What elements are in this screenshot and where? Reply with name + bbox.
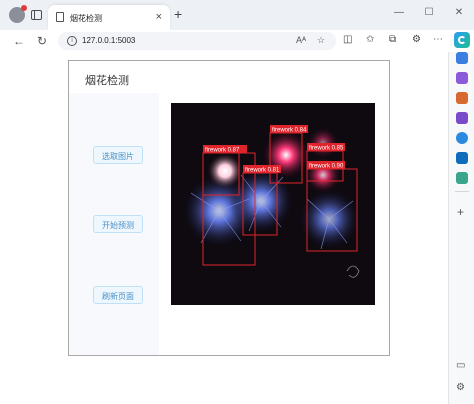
outlook-icon[interactable] xyxy=(456,152,468,164)
app-panel: 烟花检测 选取图片 开始预测 刷新页面 firework 0.87 firewo… xyxy=(68,60,390,356)
tab-bar: 烟花检测 × + — ☐ ✕ xyxy=(0,0,474,30)
back-icon[interactable]: ← xyxy=(13,33,25,49)
read-aloud-icon[interactable]: Aᴬ xyxy=(296,35,306,45)
copilot-icon[interactable] xyxy=(454,32,470,48)
detection-label: firework 0.81 xyxy=(245,168,280,174)
refresh-page-button[interactable]: 刷新页面 xyxy=(93,286,143,304)
profile-avatar-icon[interactable] xyxy=(9,5,27,23)
new-tab-icon[interactable]: + xyxy=(174,7,182,21)
select-image-button[interactable]: 选取图片 xyxy=(93,146,143,164)
detection-label: firework 0.87 xyxy=(205,148,240,154)
minimize-icon[interactable]: — xyxy=(384,0,414,26)
result-image: firework 0.87 firework 0.81 firework 0.8… xyxy=(171,103,375,305)
shopping-tag-icon[interactable] xyxy=(456,72,468,84)
page-icon xyxy=(56,12,64,22)
favorite-star-icon[interactable]: ☆ xyxy=(317,35,325,46)
browser-tab[interactable]: 烟花检测 × xyxy=(48,5,170,30)
split-screen-icon[interactable]: ◫ xyxy=(343,34,352,45)
collections-icon[interactable]: ⧉ xyxy=(389,34,396,45)
button-column: 选取图片 开始预测 刷新页面 xyxy=(69,93,159,355)
detection-label: firework 0.90 xyxy=(309,164,344,170)
maximize-icon[interactable]: ☐ xyxy=(414,0,444,26)
extensions-icon[interactable]: ⚙ xyxy=(412,34,421,45)
favorites-icon[interactable]: ✩ xyxy=(366,34,374,45)
sidebar-divider xyxy=(455,191,469,192)
address-bar[interactable]: i 127.0.0.1:5003 Aᴬ ☆ xyxy=(58,32,336,50)
detection-label: firework 0.85 xyxy=(309,146,344,152)
microsoft365-icon[interactable] xyxy=(456,132,468,144)
url-text: 127.0.0.1:5003 xyxy=(82,36,136,45)
screen-capture-icon[interactable]: ▭ xyxy=(456,360,465,371)
browser-sidebar: + ▭ ⚙ xyxy=(448,52,474,404)
more-menu-icon[interactable]: ⋯ xyxy=(433,34,443,45)
start-predict-button[interactable]: 开始预测 xyxy=(93,215,143,233)
page-content: 烟花检测 选取图片 开始预测 刷新页面 firework 0.87 firewo… xyxy=(0,52,448,404)
detection-label: firework 0.84 xyxy=(272,128,307,134)
tab-title: 烟花检测 xyxy=(70,14,102,23)
search-icon[interactable] xyxy=(456,52,468,64)
window-controls: — ☐ ✕ xyxy=(384,0,474,26)
page-title: 烟花检测 xyxy=(85,75,129,87)
close-tab-icon[interactable]: × xyxy=(156,11,162,23)
add-sidebar-app-icon[interactable]: + xyxy=(457,205,464,219)
people-icon[interactable] xyxy=(456,112,468,124)
tools-icon[interactable] xyxy=(456,92,468,104)
browser-toolbar: ← ↻ i 127.0.0.1:5003 Aᴬ ☆ ◫ ✩ ⧉ ⚙ ⋯ xyxy=(0,30,474,53)
drop-icon[interactable] xyxy=(456,172,468,184)
close-window-icon[interactable]: ✕ xyxy=(444,0,474,26)
reload-icon[interactable]: ↻ xyxy=(37,33,47,49)
fireworks-photo: firework 0.87 firework 0.81 firework 0.8… xyxy=(171,103,375,305)
site-info-icon[interactable]: i xyxy=(67,36,77,46)
settings-gear-icon[interactable]: ⚙ xyxy=(456,382,465,393)
tab-actions-icon[interactable] xyxy=(31,10,42,20)
firework-burst xyxy=(207,153,243,189)
